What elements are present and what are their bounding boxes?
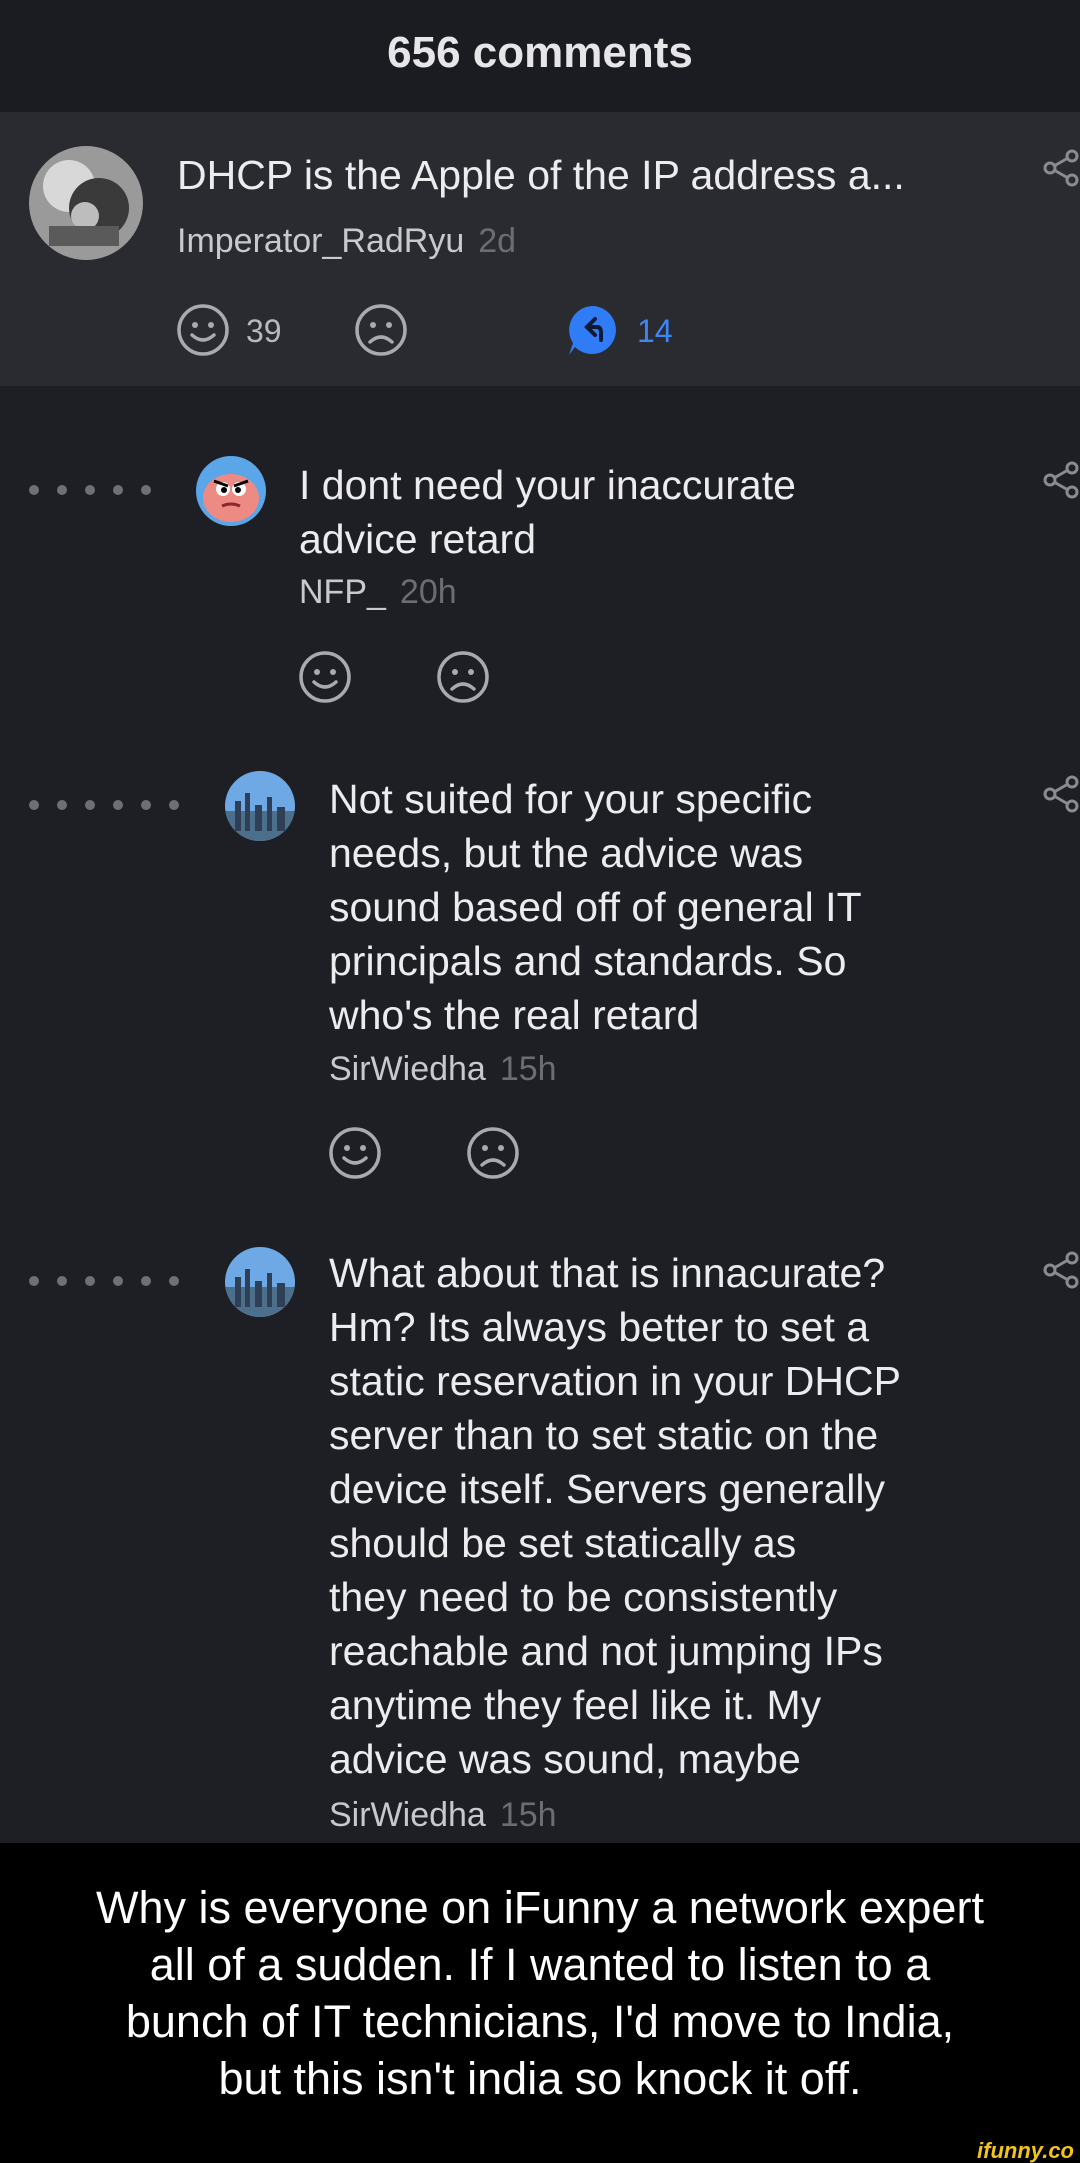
- avatar[interactable]: [225, 771, 295, 841]
- avatar[interactable]: [225, 1247, 295, 1317]
- comment-age: 15h: [499, 1796, 557, 1834]
- thread-depth-dots: [29, 1276, 179, 1286]
- reply-icon[interactable]: [565, 303, 619, 357]
- parent-comment[interactable]: DHCP is the Apple of the IP address a...…: [0, 112, 1080, 386]
- share-icon[interactable]: [1042, 460, 1080, 500]
- author-name[interactable]: SirWiedha: [329, 1796, 486, 1834]
- comment-age: 2d: [478, 222, 517, 260]
- reply-meta: SirWiedha 15h: [329, 1050, 557, 1089]
- share-icon[interactable]: [1042, 774, 1080, 814]
- avatar[interactable]: [196, 456, 266, 526]
- reply-meta: NFP_ 20h: [299, 573, 457, 612]
- comment-age: 15h: [499, 1050, 557, 1088]
- avatar[interactable]: [29, 146, 143, 260]
- smile-icon[interactable]: [176, 303, 230, 357]
- share-icon[interactable]: [1042, 1250, 1080, 1290]
- comment-age: 20h: [399, 573, 457, 611]
- parent-comment-text: DHCP is the Apple of the IP address a...: [177, 152, 905, 198]
- author-name[interactable]: SirWiedha: [329, 1050, 486, 1088]
- parent-comment-meta: Imperator_RadRyu 2d: [177, 222, 516, 261]
- unsmile-icon[interactable]: [466, 1126, 520, 1180]
- reply-count[interactable]: 14: [637, 313, 673, 350]
- reply-meta: SirWiedha 15h: [329, 1796, 557, 1835]
- smile-count: 39: [246, 313, 282, 349]
- reply-text: Not suited for your specific needs, but …: [329, 776, 862, 1038]
- comments-count-title: 656 comments: [387, 28, 693, 77]
- smile-icon[interactable]: [298, 650, 352, 704]
- reply-text: What about that is innacurate? Hm? Its a…: [329, 1250, 901, 1782]
- thread-depth-dots: [29, 485, 151, 495]
- author-name[interactable]: NFP_: [299, 573, 386, 611]
- unsmile-icon[interactable]: [354, 303, 408, 357]
- smile-icon[interactable]: [328, 1126, 382, 1180]
- unsmile-icon[interactable]: [436, 650, 490, 704]
- share-icon[interactable]: [1042, 148, 1080, 188]
- comments-header: 656 comments: [0, 0, 1080, 112]
- footer-bar: [0, 2142, 1080, 2163]
- meme-caption: Why is everyone on iFunny a network expe…: [0, 1843, 1080, 2142]
- author-name[interactable]: Imperator_RadRyu: [177, 222, 464, 260]
- thread-depth-dots: [29, 800, 179, 810]
- ifunny-watermark: ifunny.co: [977, 2138, 1074, 2163]
- reply-text: I dont need your inaccurate advice retar…: [299, 462, 796, 562]
- caption-text: Why is everyone on iFunny a network expe…: [96, 1881, 984, 2104]
